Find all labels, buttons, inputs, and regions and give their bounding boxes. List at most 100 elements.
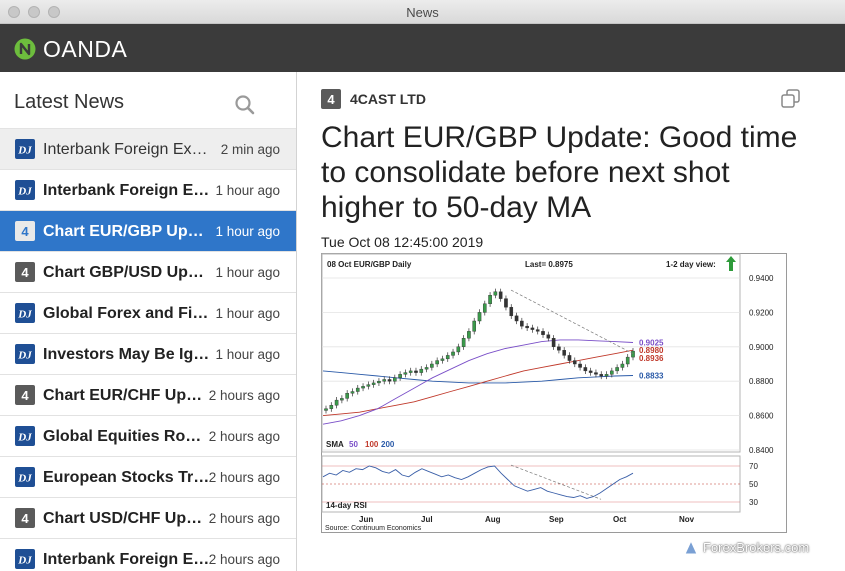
news-item-time: 1 hour ago [215,306,280,321]
news-list-item[interactable]: 4 Chart GBP/USD Update 1 hour ago [0,252,296,293]
candle-body [514,315,519,322]
month-tick-label: Nov [679,515,695,524]
candle-body [451,351,455,356]
month-tick-label: Aug [485,515,501,524]
price-tick-label: 0.9400 [749,274,774,283]
news-list-item[interactable]: DJ Interbank Foreign Exchange Rates 1 hour… [0,170,296,211]
candle-body [324,408,328,411]
candle-body [430,363,434,368]
news-item-time: 1 hour ago [215,265,280,280]
candle-body [599,374,604,377]
rsi-tick-label: 30 [749,498,758,507]
news-item-time: 2 hours ago [208,552,280,567]
candle-body [371,382,376,385]
candle-body [520,320,524,327]
dowjones-source-icon: DJ [15,426,35,446]
svg-text:4: 4 [21,265,29,280]
dowjones-source-icon: DJ [15,344,35,364]
chart-header-pair: 08 Oct EUR/GBP Daily [327,260,412,269]
news-item-title: Chart GBP/USD Update [43,264,211,281]
popout-window-icon[interactable] [780,88,802,110]
news-item-title: Global Equities Roundup [43,428,211,445]
candle-body [340,398,344,401]
chart-header-last: Last= 0.8975 [525,260,573,269]
candle-body [482,303,487,313]
candle-body [377,380,381,384]
news-item-title: Chart EUR/CHF Update [43,387,211,404]
4cast-source-icon: 4 [15,508,35,528]
candle-body [419,368,424,373]
eurgbp-chart: 0.94000.92000.90000.88000.86000.84000.90… [321,253,787,533]
candle-body [350,391,355,394]
news-list-item[interactable]: DJ Interbank Foreign Exchange Rates 2 min … [0,129,296,170]
month-tick-label: Jul [421,515,433,524]
article-headline: Chart EUR/GBP Update: Good time to conso… [321,121,798,224]
candle-body [610,370,614,375]
news-list-item[interactable]: DJ Investors May Be Ignoring 1 hour ago [0,334,296,375]
oanda-logo-icon [14,38,36,60]
candle-body [509,307,514,317]
candle-body [583,367,588,372]
candle-body [625,356,630,365]
svg-text:4: 4 [327,92,335,107]
news-item-time: 1 hour ago [215,224,280,239]
svg-text:4: 4 [21,224,29,239]
candle-body [551,337,556,347]
news-item-time: 2 hours ago [208,470,280,485]
sma-legend-label: SMA [326,440,344,449]
news-list-item[interactable]: DJ European Stocks Trade 2 hours ago [0,457,296,498]
candle-body [329,405,334,409]
candle-body [541,331,545,335]
dowjones-source-icon: DJ [15,549,35,569]
price-tick-label: 0.9000 [749,343,774,352]
rsi-tick-label: 50 [749,480,758,489]
candle-body [535,329,540,332]
candle-body [557,346,561,351]
candle-body [408,370,413,373]
candle-body [594,372,598,375]
news-item-time: 1 hour ago [215,347,280,362]
news-item-title: Interbank Foreign Exchange Rates [43,551,211,568]
candle-body [498,291,503,299]
news-item-time: 2 hours ago [208,511,280,526]
news-list-item[interactable]: DJ Global Forex and Fixed Income 1 hour ag… [0,293,296,334]
candle-body [504,298,508,308]
svg-text:4: 4 [21,388,29,403]
watermark-text: ForexBrokers.com [703,540,810,555]
news-item-title: Chart EUR/GBP Update [43,223,211,240]
search-icon[interactable] [233,93,257,117]
news-list-item[interactable]: 4 Chart EUR/GBP Update 1 hour ago [0,211,296,252]
news-item-title: Chart USD/CHF Update [43,510,211,527]
candle-body [366,384,371,387]
sma-legend-period: 200 [381,440,395,449]
price-tick-label: 0.9200 [749,308,774,317]
4cast-source-icon: 4 [15,262,35,282]
news-list-item[interactable]: 4 Chart EUR/CHF Update 2 hours ago [0,375,296,416]
news-item-title: Investors May Be Ignoring [43,346,211,363]
candle-body [546,334,551,339]
news-item-time: 2 min ago [220,142,280,157]
dowjones-source-icon: DJ [15,139,35,159]
news-list-item[interactable]: DJ Interbank Foreign Exchange Rates2 hour… [0,539,296,571]
candle-body [403,372,408,375]
4cast-source-icon: 4 [321,89,341,109]
sma-legend-period: 50 [349,440,358,449]
candle-body [435,360,439,365]
dowjones-source-icon: DJ [15,303,35,323]
watermark-icon [684,540,698,555]
candle-body [562,350,566,356]
news-item-time: 2 hours ago [208,388,280,403]
window-titlebar: News [0,0,845,24]
news-list-item[interactable]: DJ Global Equities Roundup2 hours ago [0,416,296,457]
candle-body [382,379,387,382]
news-item-title: Global Forex and Fixed Income [43,305,211,322]
candle-body [572,360,577,365]
price-level-label: 0.8936 [639,354,664,363]
candle-body [525,325,529,329]
candle-body [615,367,619,372]
news-item-time: 2 hours ago [208,429,280,444]
dowjones-source-icon: DJ [15,467,35,487]
price-tick-label: 0.8400 [749,446,774,455]
news-list-item[interactable]: 4 Chart USD/CHF Update 2 hours ago [0,498,296,539]
news-item-title: Interbank Foreign Exchange Rates [43,182,211,199]
